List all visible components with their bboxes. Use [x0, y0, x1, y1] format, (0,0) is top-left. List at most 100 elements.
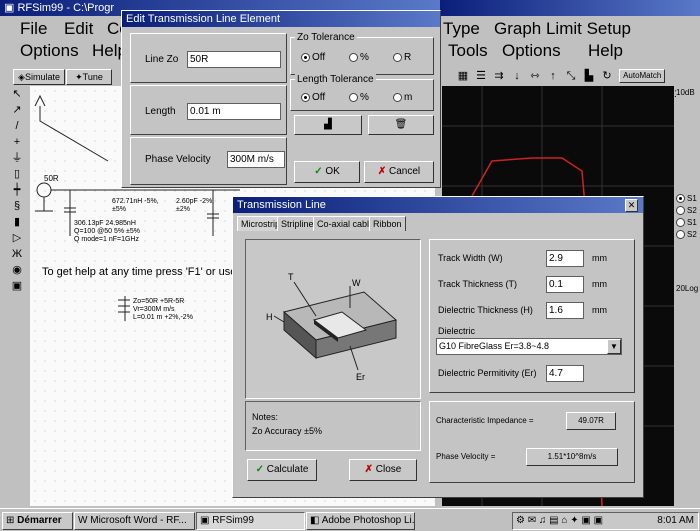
series-s1-option[interactable]: S1 — [676, 194, 697, 204]
taskbar-item-word[interactable]: W Microsoft Word - RF... — [74, 512, 195, 530]
permittivity-input[interactable]: 4.7 — [546, 365, 584, 382]
len-tol-percent-option[interactable]: % — [349, 92, 369, 103]
phase-velocity-input[interactable]: 300M m/s — [227, 151, 285, 168]
zo-tol-r-radio[interactable] — [393, 52, 402, 62]
rf-menu-file[interactable]: File — [20, 19, 47, 39]
notes-text: Zo Accuracy ±5% — [252, 426, 322, 436]
series-s1-radio[interactable] — [676, 194, 685, 204]
dielectric-thickness-input[interactable]: 1.6 — [546, 302, 584, 319]
tline-dialog-title: Transmission Line — [237, 199, 326, 211]
len-tol-off-option[interactable]: Off — [301, 92, 325, 103]
photoshop-icon: ◧ — [310, 515, 320, 526]
length-group: Length 0.01 m — [130, 85, 287, 135]
graph-window-titlebar — [440, 0, 700, 16]
line-zo-input[interactable]: 50R — [187, 51, 281, 68]
graph-menu-tools[interactable]: Tools — [448, 41, 488, 61]
taskbar-item-photoshop[interactable]: ◧ Adobe Photoshop Li... — [306, 512, 415, 530]
automatch-button[interactable]: AutoMatch — [619, 69, 666, 84]
tab-stripline[interactable]: Stripline — [277, 216, 318, 231]
tline-icon[interactable]: ▮ — [8, 214, 26, 230]
resonator-caption-2: Q=100 @50 5% ±5% — [74, 228, 141, 235]
graph-side-panel: 10dB S1 S2 S1 S2 20Log — [676, 86, 700, 506]
scale-readout: 10dB — [676, 88, 695, 97]
simulate-button[interactable]: ◈Simulate — [13, 69, 65, 85]
cancel-button[interactable]: ✗ Cancel — [364, 161, 434, 183]
zo-tol-off-radio[interactable] — [301, 52, 310, 62]
dielectric-thickness-unit: mm — [592, 305, 607, 315]
pointer-icon[interactable]: ↖ — [8, 86, 26, 102]
len-tol-m-option[interactable]: m — [393, 92, 412, 103]
select-icon[interactable]: ↗ — [8, 102, 26, 118]
span-icon[interactable]: ⇿ — [526, 68, 544, 84]
grid-icon[interactable]: ▦ — [454, 68, 472, 84]
zoom-icon[interactable]: ⤡ — [562, 68, 580, 84]
amplifier-icon[interactable]: ▷ — [8, 230, 26, 246]
graph-menu-limit[interactable]: Graph Limit Setup — [494, 19, 631, 39]
rf-menu-options[interactable]: Options — [20, 41, 79, 61]
length-input[interactable]: 0.01 m — [187, 103, 281, 120]
calculate-button[interactable]: ✓ Calculate — [247, 459, 317, 481]
taskbar-photoshop-label: Adobe Photoshop Li... — [321, 515, 415, 526]
len-tol-off-label: Off — [312, 92, 326, 103]
zo-tol-off-option[interactable]: Off — [301, 52, 325, 63]
copy-button[interactable]: ▟ — [294, 115, 362, 135]
series-s2b-radio[interactable] — [676, 230, 685, 240]
tray-icons[interactable]: ⚙ ✉ ♫ ▤ ⌂ ✦ ▣ ▣ — [516, 515, 603, 526]
len-tol-percent-radio[interactable] — [349, 92, 358, 102]
zo-tol-percent-option[interactable]: % — [349, 52, 369, 63]
rf-menu-edit[interactable]: Edit — [64, 19, 93, 39]
log-label: 20Log — [676, 284, 699, 293]
graph-menu-help[interactable]: Help — [588, 41, 623, 61]
close-button[interactable]: ✗ Close — [349, 459, 417, 481]
node-icon[interactable]: + — [8, 134, 26, 150]
series-s2-radio[interactable] — [676, 206, 685, 216]
tab-ribbon[interactable]: Ribbon — [369, 216, 406, 231]
line-zo-group: Line Zo 50R — [130, 33, 287, 83]
graph-menu-type[interactable]: Type — [443, 19, 480, 39]
resistor-icon[interactable]: ▯ — [8, 166, 26, 182]
dielectric-select[interactable]: G10 FibreGlass Er=3.8~4.8 ▼ — [436, 338, 622, 355]
cancel-x-icon: ✗ — [377, 166, 387, 177]
chart-icon[interactable]: ▙ — [580, 68, 598, 84]
chevron-down-icon[interactable]: ▼ — [607, 339, 621, 354]
delete-button[interactable]: 🗑 — [368, 115, 434, 135]
taskbar-item-rfsim[interactable]: ▣ RFSim99 — [196, 512, 305, 530]
marker-icon[interactable]: ⇉ — [490, 68, 508, 84]
zo-tol-percent-radio[interactable] — [349, 52, 358, 62]
taskbar-rfsim-label: RFSim99 — [212, 515, 254, 526]
align-icon[interactable]: ☰ — [472, 68, 490, 84]
inputs-group: Track Width (W) 2.9 mm Track Thickness (… — [429, 239, 635, 393]
up-arrow-icon[interactable]: ↑ — [544, 68, 562, 84]
ground-icon[interactable]: ⏚ — [8, 150, 26, 166]
port-icon[interactable]: ◉ — [8, 262, 26, 278]
track-thickness-input[interactable]: 0.1 — [546, 276, 584, 293]
start-button[interactable]: ⊞ Démarrer — [2, 512, 73, 530]
word-icon: W — [78, 515, 88, 526]
len-tol-m-radio[interactable] — [393, 92, 402, 102]
len-tol-off-radio[interactable] — [301, 92, 310, 102]
refresh-icon[interactable]: ↻ — [598, 68, 616, 84]
tune-label: Tune — [82, 72, 103, 82]
transformer-icon[interactable]: Ж — [8, 246, 26, 262]
length-tolerance-title: Length Tolerance — [295, 74, 376, 85]
simulate-icon: ◈ — [18, 72, 25, 82]
ok-button[interactable]: ✓ OK — [294, 161, 360, 183]
track-width-label: Track Width (W) — [438, 253, 503, 263]
box-icon[interactable]: ▣ — [8, 278, 26, 294]
graph-menu-options[interactable]: Options — [502, 41, 561, 61]
series-s2-option[interactable]: S2 — [676, 206, 697, 216]
wire-icon[interactable]: / — [8, 118, 26, 134]
track-width-input[interactable]: 2.9 — [546, 250, 584, 267]
down-arrow-icon[interactable]: ↓ — [508, 68, 526, 84]
close-window-button[interactable]: ✕ — [625, 199, 638, 212]
graph-toolbar: ▦ ☰ ⇉ ↓ ⇿ ↑ ⤡ ▙ ↻ AutoMatch — [454, 68, 684, 84]
series-s1b-option[interactable]: S1 — [676, 218, 697, 228]
zo-tol-r-option[interactable]: R — [393, 52, 411, 63]
tune-button[interactable]: ✦Tune — [66, 69, 112, 85]
len-tol-m-label: m — [404, 92, 413, 103]
series-s2b-option[interactable]: S2 — [676, 230, 697, 240]
capacitor-icon[interactable]: ┿ — [8, 182, 26, 198]
inductor-icon[interactable]: § — [8, 198, 26, 214]
cancel-label: Cancel — [389, 166, 421, 177]
series-s1b-radio[interactable] — [676, 218, 685, 228]
